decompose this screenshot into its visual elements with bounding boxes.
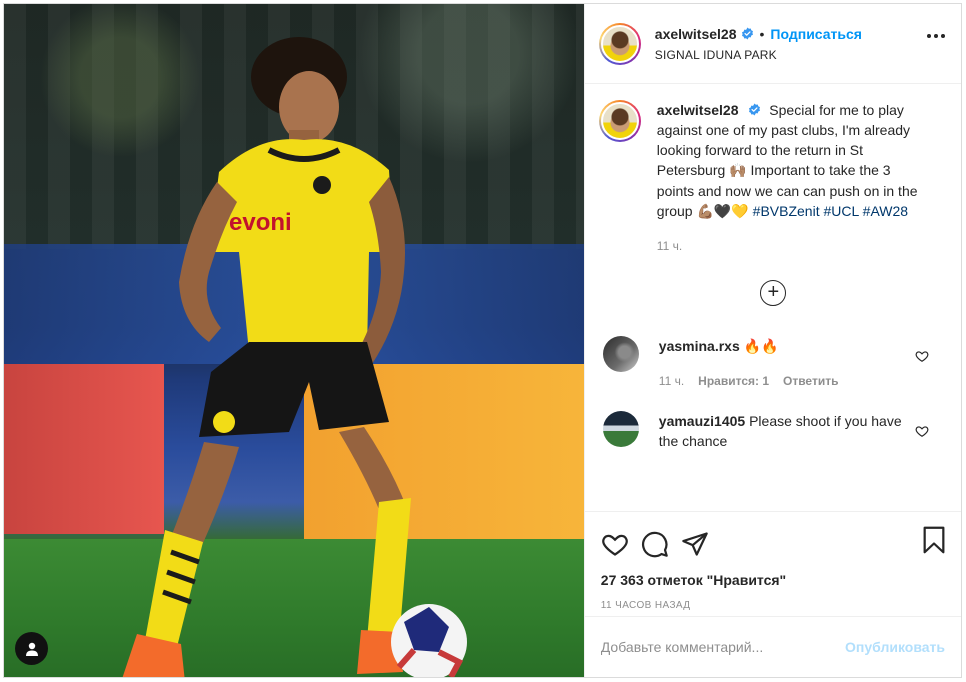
- caption-username[interactable]: axelwitsel28: [657, 102, 739, 118]
- svg-text:evoni: evoni: [229, 209, 292, 236]
- caption-emoji-1: 🙌🏽: [729, 163, 747, 179]
- hashtag-link[interactable]: #BVBZenit: [753, 203, 820, 219]
- caption-time[interactable]: 11 ч.: [657, 236, 925, 256]
- load-more-comments: +: [599, 280, 945, 306]
- comment-text: 🔥🔥: [743, 339, 779, 355]
- save-bookmark-icon[interactable]: [921, 526, 947, 559]
- post-photo[interactable]: evoni: [4, 4, 584, 677]
- like-heart-icon[interactable]: [601, 524, 641, 564]
- author-avatar[interactable]: [598, 22, 641, 65]
- hashtag-link[interactable]: #AW28: [863, 203, 908, 219]
- verified-badge-icon: [748, 103, 761, 116]
- share-paper-plane-icon[interactable]: [681, 524, 721, 564]
- post-header: axelwitsel28 • Подписаться SIGNAL IDUNA …: [584, 4, 961, 84]
- comment-item: yamauzi1405 Please shoot if you have the…: [599, 411, 945, 451]
- comment-time[interactable]: 11 ч.: [659, 371, 684, 391]
- like-comment-heart-icon[interactable]: [915, 424, 929, 443]
- follow-button[interactable]: Подписаться: [770, 26, 862, 42]
- post-caption: axelwitsel28 Special for me to play agai…: [598, 100, 945, 256]
- commenter-username[interactable]: yamauzi1405: [659, 413, 745, 429]
- post-side-panel: axelwitsel28 • Подписаться SIGNAL IDUNA …: [583, 4, 961, 677]
- publish-button[interactable]: Опубликовать: [845, 639, 945, 655]
- tagged-user-button[interactable]: [15, 632, 48, 665]
- reply-button[interactable]: Ответить: [783, 371, 838, 391]
- user-tag-icon: [24, 641, 40, 657]
- post-timestamp[interactable]: 11 часов назад: [601, 600, 945, 611]
- post-card: evoni axelwitsel28 • Подписаться SIGNAL …: [3, 3, 962, 678]
- caption-emoji-2: 💪🏽🖤💛: [696, 204, 749, 220]
- add-comment-bar: Опубликовать: [584, 616, 961, 677]
- comment-item: yasmina.rxs 🔥🔥 11 ч. Нравится: 1 Ответит…: [599, 336, 945, 391]
- commenter-username[interactable]: yasmina.rxs: [659, 338, 740, 354]
- football-player-figure: evoni: [122, 37, 467, 677]
- more-options-icon[interactable]: [927, 34, 945, 38]
- comment-input[interactable]: [600, 639, 846, 655]
- comment-bubble-icon[interactable]: [641, 524, 681, 564]
- post-actions: 27 363 отметок "Нравится" 11 часов назад: [584, 511, 961, 616]
- author-username[interactable]: axelwitsel28: [655, 26, 737, 42]
- hashtag-link[interactable]: #UCL: [824, 203, 859, 219]
- header-separator: •: [759, 25, 765, 42]
- verified-badge-icon: [741, 27, 754, 40]
- plus-circle-icon[interactable]: +: [760, 280, 787, 306]
- comment-likes[interactable]: Нравится: 1: [698, 371, 769, 391]
- caption-author-avatar[interactable]: [598, 100, 641, 142]
- post-location[interactable]: SIGNAL IDUNA PARK: [655, 48, 862, 62]
- like-comment-heart-icon[interactable]: [915, 349, 929, 368]
- commenter-avatar[interactable]: [602, 336, 639, 372]
- comments-list[interactable]: axelwitsel28 Special for me to play agai…: [585, 84, 961, 511]
- likes-count[interactable]: 27 363 отметок "Нравится": [601, 572, 945, 588]
- commenter-avatar[interactable]: [602, 411, 639, 447]
